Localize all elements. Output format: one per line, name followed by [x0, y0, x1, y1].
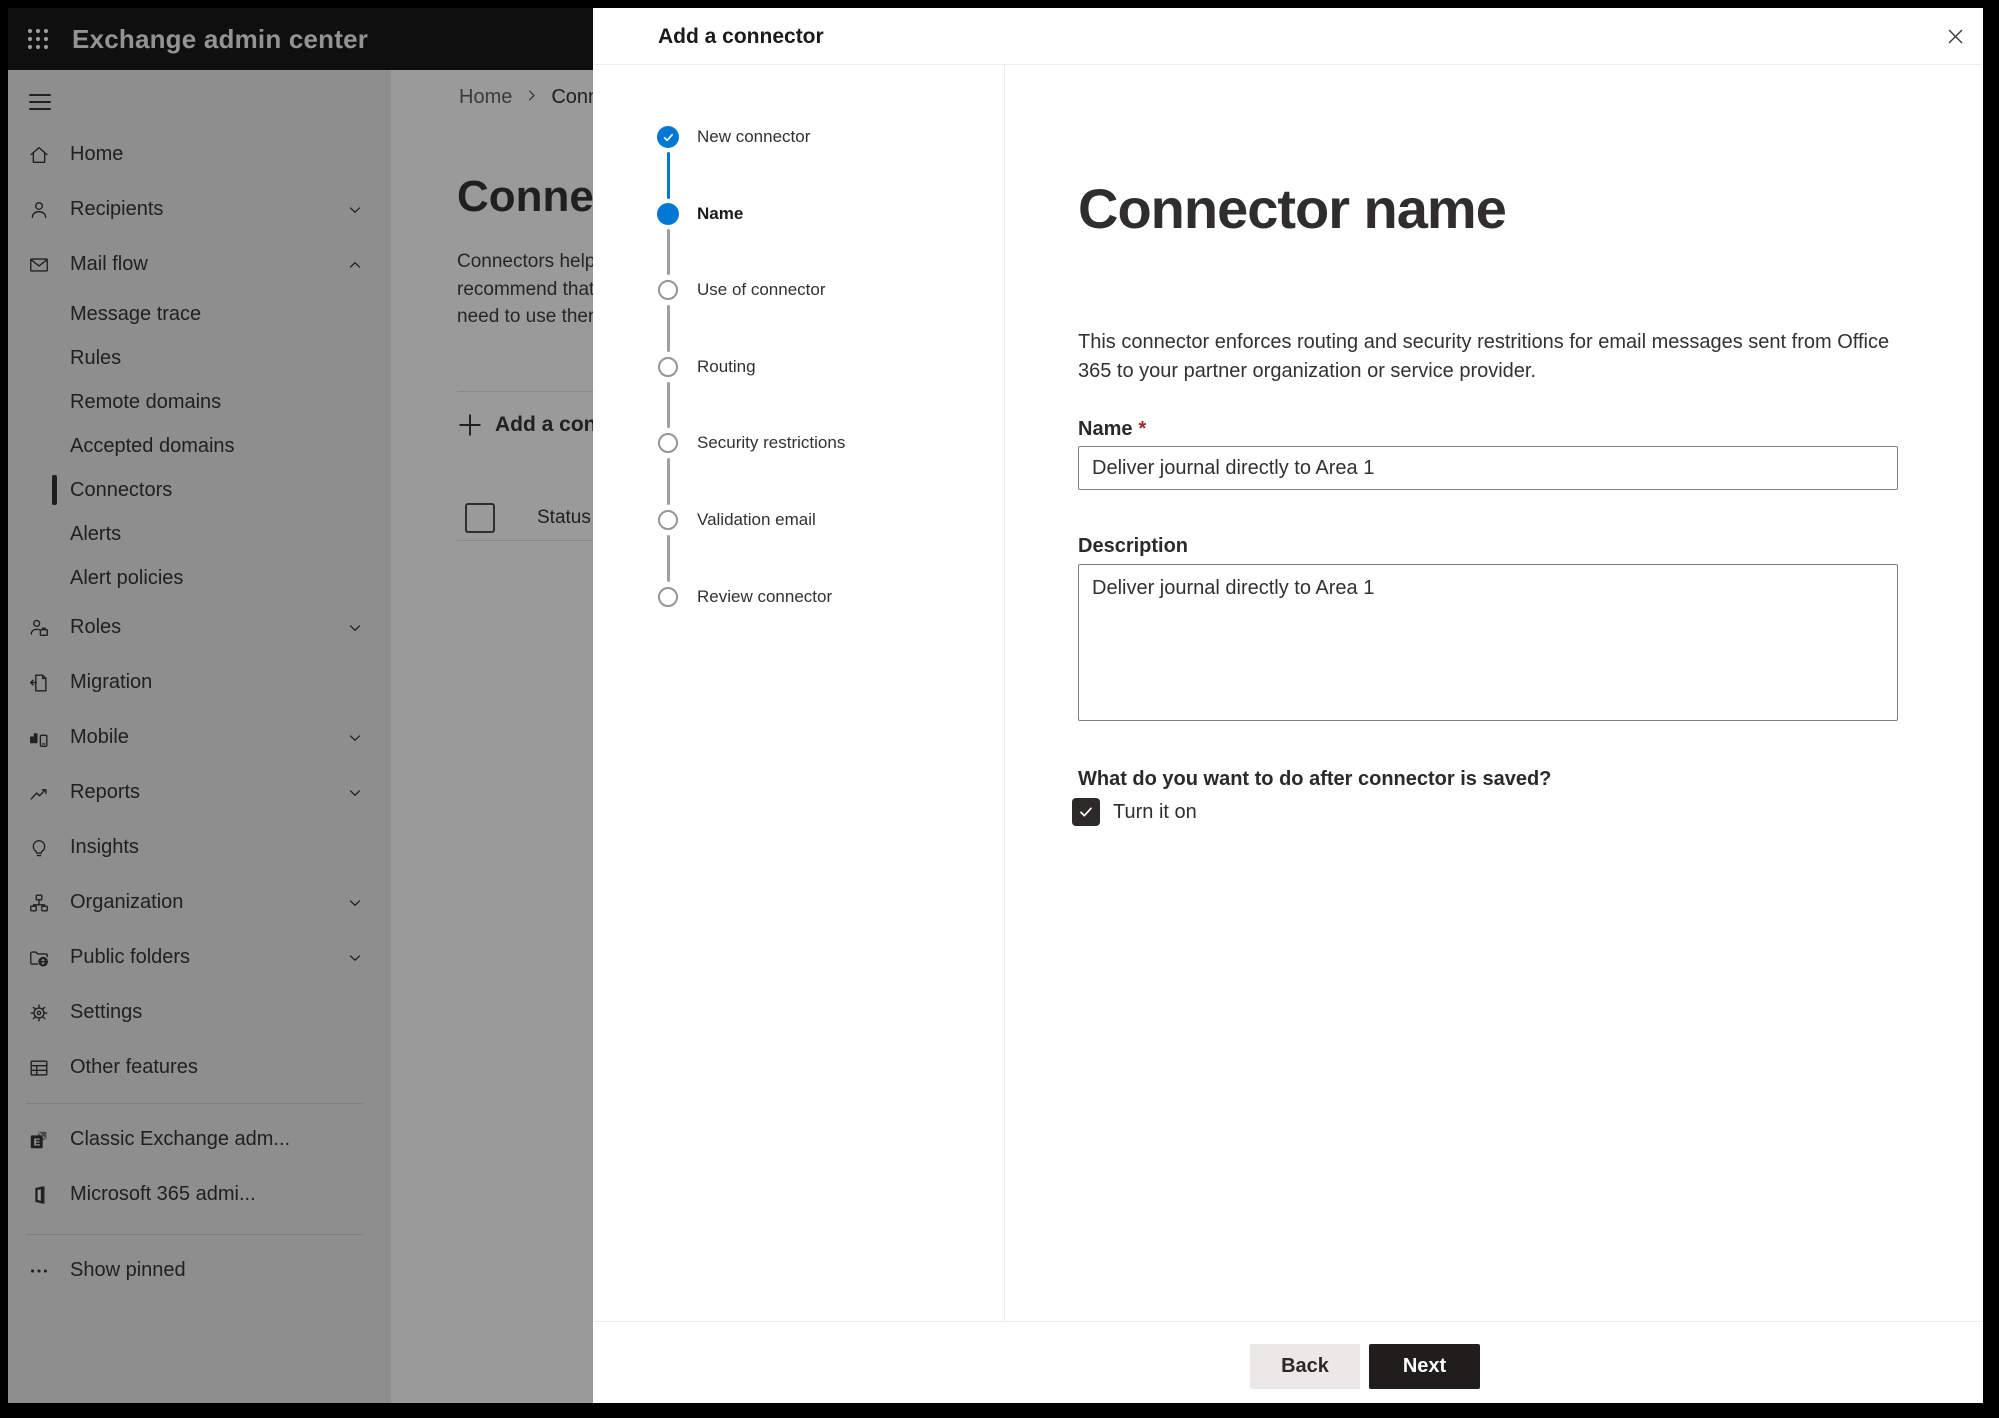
- turn-it-on-option[interactable]: Turn it on: [1072, 798, 1197, 826]
- step-connector-line: [666, 458, 670, 505]
- step-current-icon: [657, 203, 679, 225]
- next-button[interactable]: Next: [1369, 1344, 1480, 1389]
- step-connector-line: [666, 229, 670, 275]
- step-upcoming-icon: [658, 510, 678, 530]
- step-completed-icon: [657, 126, 679, 148]
- page-title: Connector name: [1078, 177, 1507, 240]
- wizard-step-label: Use of connector: [697, 280, 826, 299]
- wizard-step-label: New connector: [697, 127, 811, 146]
- wizard-step-label: Name: [697, 204, 744, 223]
- step-connector-line: [666, 535, 670, 582]
- step-upcoming-icon: [658, 280, 678, 300]
- wizard-step-name[interactable]: Name: [657, 201, 743, 227]
- after-save-question: What do you want to do after connector i…: [1078, 768, 1552, 790]
- step-connector-line: [666, 152, 670, 199]
- screen: Exchange admin center Home Recipients Mail…: [8, 8, 1983, 1403]
- add-connector-dialog: Add a connector New connector Name Use of …: [593, 8, 1983, 1403]
- name-field-label: Name *: [1078, 418, 1147, 440]
- wizard-step-security-restrictions[interactable]: Security restrictions: [657, 430, 845, 456]
- step-upcoming-icon: [658, 357, 678, 377]
- connector-name-input[interactable]: [1078, 446, 1898, 490]
- wizard-step-validation-email[interactable]: Validation email: [657, 507, 816, 533]
- wizard-step-label: Validation email: [697, 510, 816, 529]
- wizard-step-routing[interactable]: Routing: [657, 354, 756, 380]
- wizard-step-label: Security restrictions: [697, 433, 846, 452]
- step-upcoming-icon: [658, 433, 678, 453]
- wizard-step-new-connector[interactable]: New connector: [657, 124, 810, 150]
- back-button[interactable]: Back: [1250, 1344, 1360, 1389]
- step-upcoming-icon: [658, 587, 678, 607]
- wizard-step-use-of-connector[interactable]: Use of connector: [657, 277, 826, 303]
- check-icon: [1080, 807, 1092, 817]
- dialog-footer: Back Next: [593, 1321, 1983, 1403]
- wizard-step-label: Review connector: [697, 587, 833, 606]
- turn-it-on-checkbox[interactable]: [1072, 798, 1100, 826]
- required-marker: *: [1138, 418, 1147, 440]
- wizard-step-review-connector[interactable]: Review connector: [657, 584, 832, 610]
- step-description: This connector enforces routing and secu…: [1078, 331, 1890, 382]
- description-field-label: Description: [1078, 535, 1189, 557]
- wizard-step-label: Routing: [697, 357, 756, 376]
- step-connector-line: [666, 382, 670, 428]
- step-connector-line: [666, 305, 670, 352]
- connector-description-textarea[interactable]: Deliver journal directly to Area 1: [1078, 564, 1898, 721]
- turn-it-on-label: Turn it on: [1113, 800, 1197, 823]
